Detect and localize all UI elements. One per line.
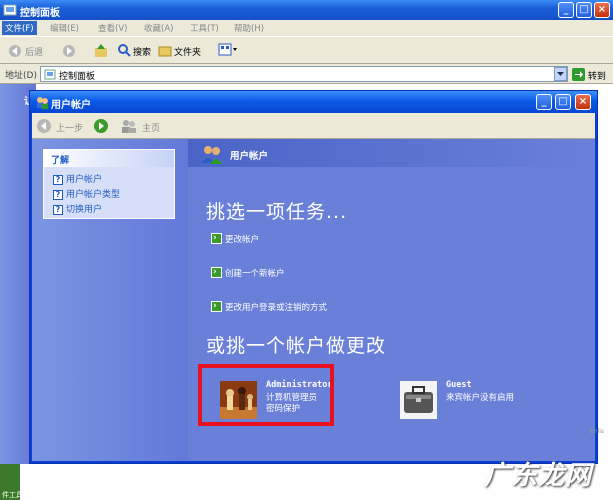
task-label: 更改帐户	[225, 235, 260, 245]
watermark-small: Enlis	[590, 428, 605, 435]
user-accounts-titlebar[interactable]: 用户帐户 _ □ ×	[30, 91, 597, 113]
maximize-button[interactable]: □	[576, 2, 592, 18]
toolbar: 后退 搜索 文件夹	[0, 36, 613, 64]
go-button-label: 转到	[587, 72, 606, 82]
green-arrow-icon: ›	[211, 301, 222, 312]
main-header-title: 用户帐户	[230, 151, 269, 162]
address-input[interactable]: 控制面板	[40, 66, 568, 82]
address-label: 地址(D)	[5, 71, 37, 81]
user-accounts-title: 用户帐户	[51, 100, 91, 111]
help-icon: ?	[53, 175, 63, 185]
watermark-logo: 广东龙网	[484, 461, 593, 491]
user-accounts-nav-bar: 上一步 主页	[32, 113, 595, 139]
control-panel-title: 控制面板	[20, 8, 60, 19]
pick-task-heading: 挑选一项任务...	[206, 201, 348, 223]
menu-edit[interactable]: 编辑(E)	[50, 22, 79, 34]
up-folder-icon[interactable]	[94, 43, 108, 58]
go-arrow-icon	[572, 68, 585, 81]
help-icon: ?	[53, 205, 63, 215]
control-panel-icon	[3, 3, 17, 17]
folders-button-label[interactable]: 文件夹	[174, 45, 201, 58]
account-guest[interactable]: Guest 来宾帐户没有启用	[400, 377, 550, 419]
account-name: Guest	[446, 380, 472, 390]
home-users-icon[interactable]	[120, 118, 138, 134]
minimize-button[interactable]: _	[558, 2, 574, 18]
back-arrow-icon[interactable]	[8, 44, 22, 58]
home-button-label[interactable]: 主页	[142, 121, 160, 134]
maximize-button[interactable]: □	[555, 94, 571, 110]
green-arrow-icon: ›	[211, 267, 222, 278]
user-accounts-title-icon	[35, 95, 49, 109]
close-button[interactable]: ×	[594, 2, 610, 18]
back-arrow-icon[interactable]	[36, 118, 52, 134]
desktop-icon-label: 件工具	[2, 491, 23, 499]
administrator-highlight-box	[198, 364, 334, 426]
user-accounts-icon	[200, 144, 224, 164]
task-create-account[interactable]: › 创建一个新帐户	[211, 267, 285, 279]
minimize-button[interactable]: _	[536, 94, 552, 110]
folders-icon[interactable]	[158, 44, 172, 57]
menu-bar: 文件(F) 编辑(E) 查看(V) 收藏(A) 工具(T) 帮助(H)	[0, 20, 613, 36]
forward-arrow-icon[interactable]	[93, 118, 109, 134]
control-panel-titlebar[interactable]: 控制面板 _ □ ×	[0, 0, 613, 20]
search-button-label[interactable]: 搜索	[133, 45, 151, 58]
address-bar: 地址(D) 控制面板 转到	[0, 64, 613, 84]
sidebar-item-account-types[interactable]: ? 用户帐户类型	[53, 187, 120, 200]
address-value: 控制面板	[59, 72, 96, 82]
help-icon: ?	[53, 190, 63, 200]
green-arrow-icon: ›	[211, 233, 222, 244]
main-header: 用户帐户	[188, 139, 595, 167]
briefcase-icon	[400, 381, 437, 419]
menu-favorites[interactable]: 收藏(A)	[144, 22, 173, 34]
task-label: 更改用户登录或注销的方式	[225, 303, 328, 313]
pick-account-heading: 或挑一个帐户做更改	[206, 335, 387, 357]
sidebar-item-label: 切换用户	[66, 205, 103, 215]
address-dropdown-icon[interactable]	[554, 67, 567, 81]
task-label: 创建一个新帐户	[225, 269, 285, 279]
go-button[interactable]: 转到	[572, 68, 606, 82]
control-panel-small-icon	[44, 69, 56, 80]
menu-tools[interactable]: 工具(T)	[190, 22, 219, 34]
task-change-account[interactable]: › 更改帐户	[211, 233, 259, 245]
learn-about-pane: 了解 ? 用户帐户 ? 用户帐户类型 ? 切换用户	[32, 139, 188, 461]
task-change-logon[interactable]: › 更改用户登录或注销的方式	[211, 301, 327, 313]
sidebar-item-label: 用户帐户	[66, 175, 103, 185]
sidebar-item-switch-users[interactable]: ? 切换用户	[53, 202, 102, 215]
back-button-label[interactable]: 上一步	[56, 121, 83, 134]
back-button-label[interactable]: 后退	[25, 45, 43, 58]
search-icon[interactable]	[117, 43, 131, 57]
sidebar-item-user-accounts[interactable]: ? 用户帐户	[53, 172, 102, 185]
close-button[interactable]: ×	[575, 94, 591, 110]
learn-about-heading: 了解	[44, 150, 174, 167]
menu-help[interactable]: 帮助(H)	[234, 22, 264, 34]
menu-view[interactable]: 查看(V)	[98, 22, 127, 34]
learn-about-box: 了解 ? 用户帐户 ? 用户帐户类型 ? 切换用户	[43, 149, 175, 219]
forward-arrow-icon[interactable]	[62, 44, 76, 58]
sidebar-item-label: 用户帐户类型	[66, 190, 121, 200]
views-icon[interactable]	[218, 43, 238, 57]
menu-file[interactable]: 文件(F)	[2, 21, 37, 35]
account-status: 来宾帐户没有启用	[446, 393, 515, 403]
